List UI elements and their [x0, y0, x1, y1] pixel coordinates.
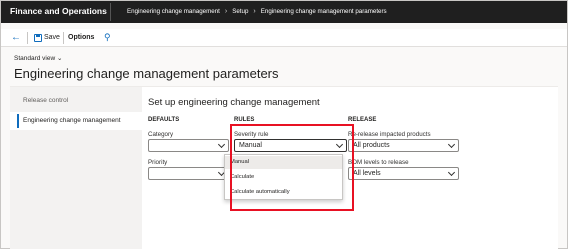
divider: [27, 32, 28, 44]
breadcrumb-item[interactable]: Engineering change management parameters: [261, 8, 387, 15]
action-pane: ← Save Options ⚲: [1, 29, 567, 47]
options-button[interactable]: Options: [68, 34, 94, 41]
bom-levels-label: BOM levels to release: [348, 159, 409, 166]
search-icon[interactable]: ⚲: [104, 32, 111, 43]
rerelease-value: All products: [353, 142, 390, 149]
bom-levels-select[interactable]: All levels: [348, 167, 459, 180]
category-select[interactable]: [148, 139, 229, 152]
section-title: Set up engineering change management: [148, 97, 320, 108]
chevron-down-icon: [447, 168, 456, 177]
chevron-right-icon: ›: [224, 8, 228, 15]
topbar-divider: [110, 3, 111, 21]
category-label: Category: [148, 131, 174, 138]
rerelease-select[interactable]: All products: [348, 139, 459, 152]
selected-indicator: [17, 114, 19, 128]
left-nav: Release control Engineering change manag…: [10, 87, 142, 249]
bom-levels-value: All levels: [353, 170, 381, 177]
app-title[interactable]: Finance and Operations: [10, 6, 107, 16]
view-selector[interactable]: Standard view ⌄: [14, 54, 62, 62]
nav-item-engineering-change-management[interactable]: Engineering change management: [10, 112, 142, 130]
top-bar: Finance and Operations Engineering chang…: [1, 1, 567, 23]
chevron-right-icon: ›: [253, 8, 256, 15]
nav-item-release-control[interactable]: Release control: [23, 97, 68, 104]
breadcrumb-item[interactable]: Setup: [232, 8, 248, 15]
divider: [63, 32, 64, 44]
chevron-down-icon: [217, 140, 226, 149]
save-button[interactable]: Save: [44, 34, 60, 41]
priority-label: Priority: [148, 159, 168, 166]
chevron-down-icon: [447, 140, 456, 149]
nav-item-label: Engineering change management: [23, 117, 121, 124]
release-heading: RELEASE: [348, 117, 377, 123]
breadcrumb-item[interactable]: Engineering change management: [127, 8, 220, 15]
priority-select[interactable]: [148, 167, 229, 180]
breadcrumb: Engineering change management › Setup › Engi…: [127, 8, 387, 15]
page-title: Engineering change management parameters: [14, 66, 279, 81]
save-icon[interactable]: [34, 34, 42, 42]
highlight-annotation: [230, 124, 354, 211]
defaults-heading: DEFAULTS: [148, 117, 180, 123]
back-arrow-icon[interactable]: ←: [11, 32, 21, 43]
rerelease-label: Re-release impacted products: [348, 131, 431, 138]
rules-heading: RULES: [234, 117, 255, 123]
